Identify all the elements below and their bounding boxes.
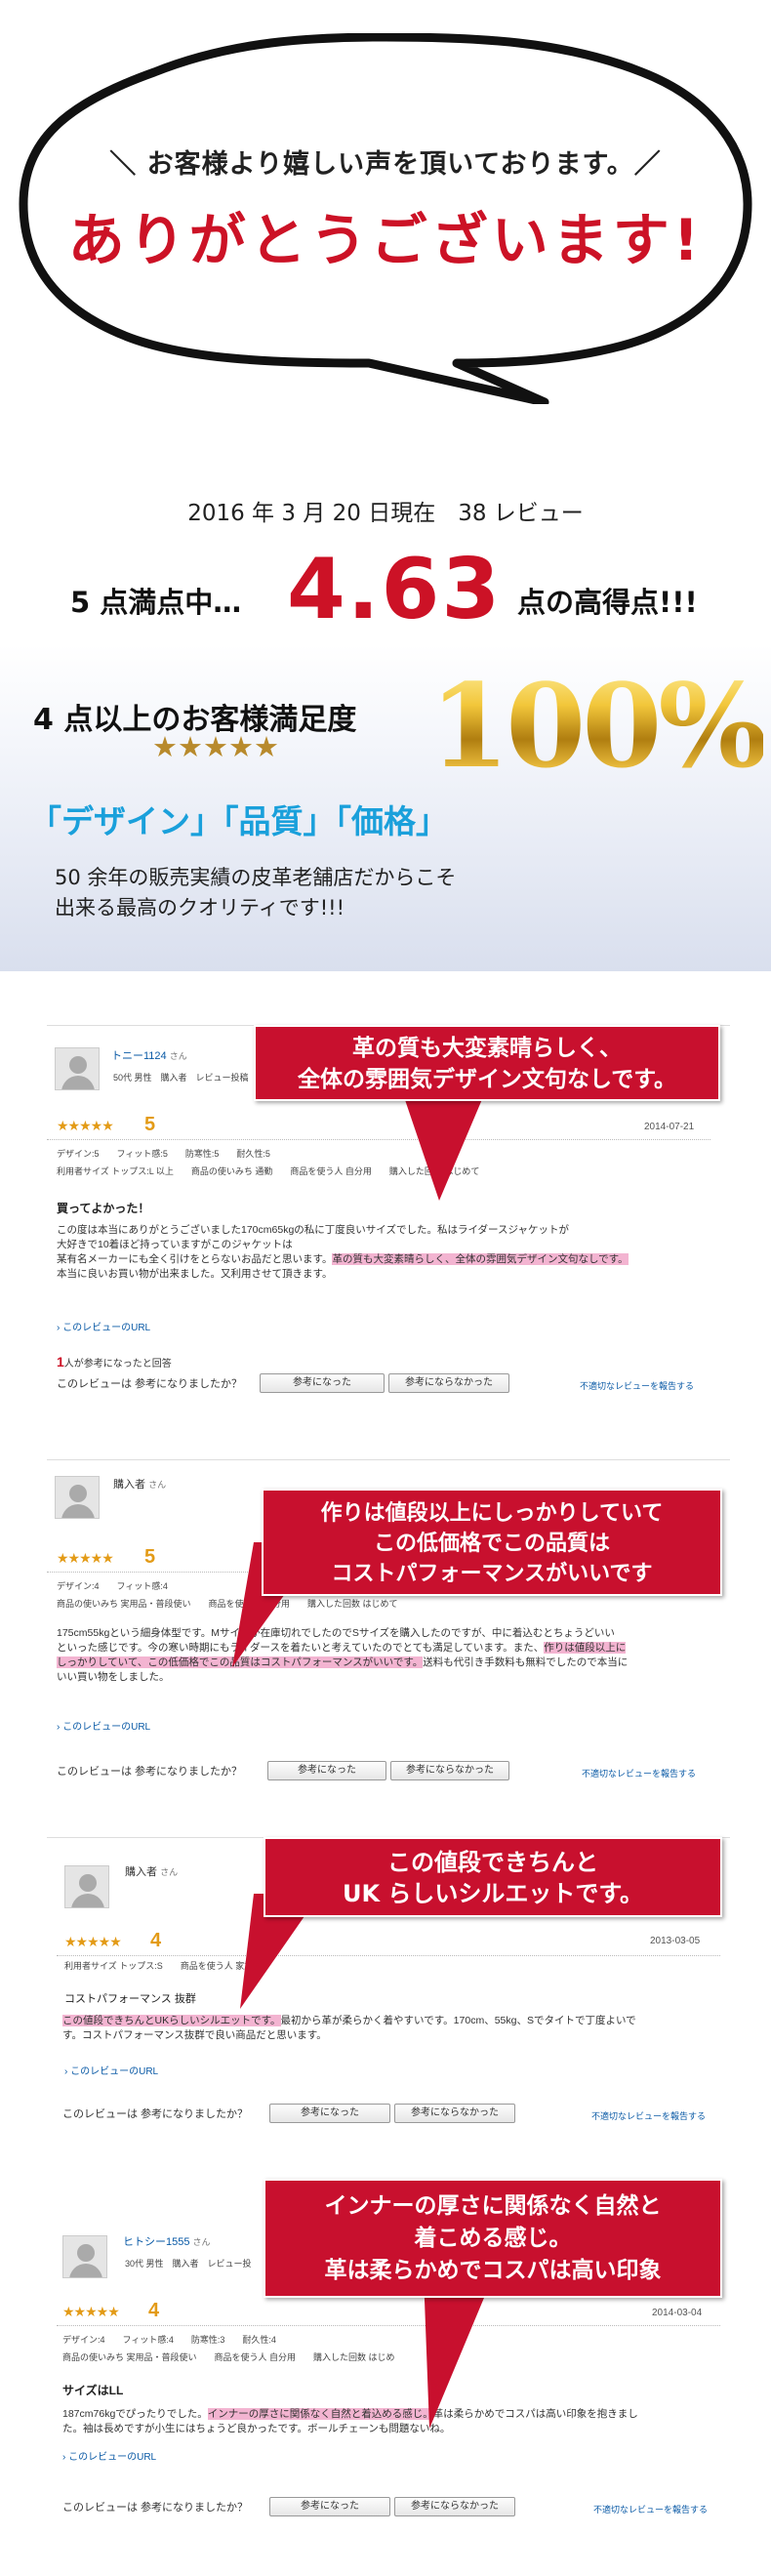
helpful-no-button[interactable]: 参考にならなかった bbox=[388, 1373, 509, 1393]
divider bbox=[57, 2325, 720, 2326]
callout-review-3: この値段できちんと UK らしいシルエットです。 bbox=[264, 1837, 722, 1917]
review-date: 2014-07-21 bbox=[644, 1122, 695, 1132]
review-date: 2013-03-05 bbox=[650, 1936, 701, 1946]
helpful-no-button[interactable]: 参考にならなかった bbox=[394, 2497, 515, 2516]
rating-score: 5 bbox=[144, 1114, 156, 1135]
report-link[interactable]: 不適切なレビューを報告する bbox=[593, 2503, 708, 2515]
shop-description: 50 余年の販売実績の皮革老舗店だからこそ 出来る最高のクオリティです!!! bbox=[55, 863, 456, 923]
callout-pointer bbox=[400, 1085, 488, 1201]
review-body: 175cm55kgという細身体型です。Mサイズが在庫切れでしたのでSサイズを購入… bbox=[57, 1627, 629, 1683]
avatar bbox=[64, 1865, 109, 1908]
review-url-link[interactable]: › このレビューのURL bbox=[57, 1718, 150, 1733]
review-title: 買ってよかった！ bbox=[57, 1202, 150, 1215]
avatar bbox=[62, 2235, 107, 2278]
highlight: この値段できちんとUKらしいシルエットです。 bbox=[62, 2015, 281, 2026]
avatar bbox=[55, 1476, 100, 1519]
review-date-line: 2016 年 3 月 20 日現在 38 レビュー bbox=[187, 501, 584, 526]
header-subtitle: ＼ お客様より嬉しい声を頂いております。／ bbox=[109, 149, 662, 180]
review-attributes: デザイン:4 フィット感:4 bbox=[57, 1581, 168, 1591]
review-body: 187cm76kgでぴったりでした。インナーの厚さに関係なく自然と着込める感じ。… bbox=[62, 2408, 638, 2434]
reviewer-name: 購入者 さん bbox=[113, 1479, 167, 1491]
avatar bbox=[55, 1047, 100, 1090]
helpful-question: このレビューは 参考になりましたか？ bbox=[57, 1378, 243, 1390]
review-url-link[interactable]: › このレビューのURL bbox=[62, 2448, 156, 2463]
helpful-question: このレビューは 参考になりましたか？ bbox=[57, 1766, 243, 1778]
highlight: 革の質も大変素晴らしく、全体の雰囲気デザイン文句なしです。 bbox=[332, 1253, 629, 1265]
review-title: コストパフォーマンス 抜群 bbox=[64, 1993, 196, 2005]
review-body: この値段できちんとUKらしいシルエットです。最初から革が柔らかく着やすいです。1… bbox=[62, 2015, 636, 2041]
rating-score: 5 bbox=[144, 1546, 156, 1568]
score-value: 4.63 bbox=[287, 541, 503, 638]
review-date: 2014-03-04 bbox=[652, 2308, 703, 2318]
satisfaction-stars: ★★★★★ bbox=[152, 730, 279, 763]
review-attributes-2: 商品の使いみち 実用品・普段使い 商品を使う人 自分用 購入した回数 はじめ bbox=[62, 2352, 395, 2362]
reviewer-name: 購入者 さん bbox=[125, 1866, 179, 1878]
score-suffix: 点の高得点!!! bbox=[517, 586, 698, 619]
helpful-no-button[interactable]: 参考にならなかった bbox=[394, 2104, 515, 2123]
divider bbox=[47, 1139, 710, 1140]
reviewer-name[interactable]: トニー1124 さん bbox=[111, 1047, 187, 1063]
feature-tags: 「デザイン」「品質」「価格」 bbox=[29, 802, 448, 840]
helpful-count: 1人が参考になったと回答 bbox=[57, 1354, 172, 1370]
review-attributes: デザイン:5 フィット感:5 防寒性:5 耐久性:5 bbox=[57, 1149, 270, 1159]
reviewer-meta: 50代 男性 購入者 レビュー投稿 bbox=[113, 1073, 249, 1083]
rating-stars: ★★★★★ bbox=[62, 2304, 120, 2319]
review-attributes: 利用者サイズ トップス:S 商品を使う人 家族へ bbox=[64, 1961, 263, 1971]
header-title: ありがとうございます! bbox=[67, 207, 704, 273]
helpful-yes-button[interactable]: 参考になった bbox=[269, 2104, 390, 2123]
rating-stars: ★★★★★ bbox=[57, 1550, 114, 1566]
reviewer-name[interactable]: ヒトシー1555 さん bbox=[123, 2233, 211, 2249]
helpful-no-button[interactable]: 参考にならなかった bbox=[390, 1761, 509, 1780]
review-url-link[interactable]: › このレビューのURL bbox=[64, 2063, 158, 2077]
desc-line-1: 50 余年の販売実績の皮革老舗店だからこそ bbox=[55, 866, 457, 889]
review-url-link[interactable]: › このレビューのURL bbox=[57, 1319, 150, 1333]
page: ＼ お客様より嬉しい声を頂いております。／ ありがとうございます! 2016 年… bbox=[0, 0, 771, 2576]
report-link[interactable]: 不適切なレビューを報告する bbox=[591, 2109, 706, 2122]
review-attributes: デザイン:4 フィット感:4 防寒性:3 耐久性:4 bbox=[62, 2335, 276, 2345]
divider bbox=[57, 1955, 720, 1956]
callout-pointer bbox=[424, 2274, 494, 2429]
helpful-yes-button[interactable]: 参考になった bbox=[267, 1761, 386, 1780]
score-row: 5 点満点中… 4.63 点の高得点!!! bbox=[0, 541, 771, 638]
review-body: この度は本当にありがとうございました170cm65kgの私に丁度良いサイズでした… bbox=[57, 1224, 629, 1280]
highlight: 作りは値段以上に bbox=[544, 1642, 627, 1654]
report-link[interactable]: 不適切なレビューを報告する bbox=[582, 1767, 696, 1779]
score-prefix: 5 点満点中… bbox=[70, 586, 242, 619]
desc-line-2: 出来る最高のクオリティです!!! bbox=[55, 896, 345, 920]
reviewer-meta: 30代 男性 購入者 レビュー投 bbox=[125, 2259, 252, 2269]
callout-review-1: 革の質も大変素晴らしく、 全体の雰囲気デザイン文句なしです。 bbox=[254, 1025, 720, 1101]
report-link[interactable]: 不適切なレビューを報告する bbox=[580, 1379, 694, 1392]
helpful-yes-button[interactable]: 参考になった bbox=[260, 1373, 385, 1393]
callout-review-2: 作りは値段以上にしっかりしていて この低価格でこの品質は コストパフォーマンスがいい… bbox=[262, 1489, 722, 1596]
callout-review-4: インナーの厚さに関係なく自然と 着こめる感じ。 革は柔らかめでコスパは高い印象 bbox=[264, 2179, 722, 2298]
satisfaction-value: 100% bbox=[429, 658, 767, 794]
helpful-question: このレビューは 参考になりましたか？ bbox=[62, 2108, 249, 2120]
helpful-question: このレビューは 参考になりましたか？ bbox=[62, 2502, 249, 2514]
rating-score: 4 bbox=[148, 2300, 160, 2321]
rating-stars: ★★★★★ bbox=[57, 1118, 114, 1133]
rating-stars: ★★★★★ bbox=[64, 1934, 122, 1949]
review-title: サイズはLL bbox=[62, 2384, 124, 2397]
speech-bubble: ＼ お客様より嬉しい声を頂いております。／ ありがとうございます! bbox=[18, 33, 753, 404]
rating-score: 4 bbox=[150, 1930, 162, 1951]
helpful-yes-button[interactable]: 参考になった bbox=[269, 2497, 390, 2516]
